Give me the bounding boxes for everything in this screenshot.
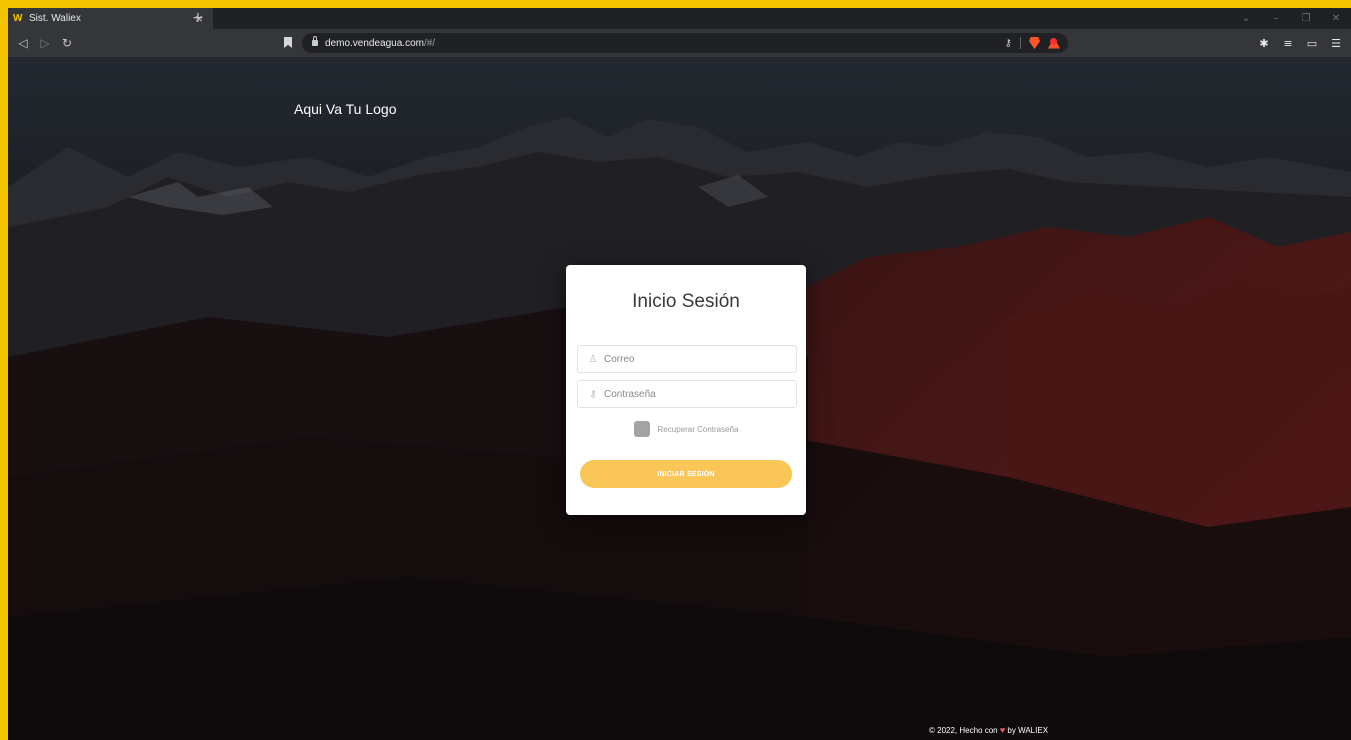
email-field[interactable]: ♙ [577, 345, 797, 373]
back-arrow-icon[interactable]: ◁ [12, 36, 34, 50]
brave-shield-icon[interactable] [1029, 37, 1040, 49]
address-bar[interactable]: demo.vendeagua.com /#/ ⚷ [302, 33, 1068, 53]
rewards-badge [1050, 38, 1057, 45]
restore-icon[interactable]: ❐ [1291, 13, 1321, 24]
login-title: Inicio Sesión [632, 291, 740, 312]
heart-icon: ♥ [999, 725, 1006, 735]
bookmark-icon[interactable] [284, 37, 292, 48]
forward-arrow-icon[interactable]: ▷ [34, 36, 56, 50]
lock-icon[interactable] [312, 36, 318, 46]
user-icon: ♙ [588, 353, 598, 365]
minimize-icon[interactable]: – [1261, 13, 1291, 24]
waliex-favicon-icon: W [13, 12, 23, 24]
url-host: demo.vendeagua.com [325, 37, 424, 49]
chevron-down-icon[interactable]: ⌄ [1231, 13, 1261, 24]
recover-password-label[interactable]: Recuperar Contraseña [658, 425, 739, 434]
wallet-icon[interactable]: ▭ [1305, 37, 1319, 50]
tab-strip: W Sist. Waliex × + ⌄ – ❐ ✕ [8, 8, 1351, 29]
login-card: Inicio Sesión ♙ ⚷ Recuperar Contraseña I… [566, 265, 806, 515]
url-path: /#/ [423, 37, 436, 49]
playlist-icon[interactable]: ≡ [1281, 37, 1295, 50]
key-icon: ⚷ [589, 388, 597, 400]
recover-password-checkbox[interactable] [633, 421, 650, 437]
logo-placeholder: Aqui Va Tu Logo [294, 101, 397, 117]
footer-prefix: © 2022, Hecho con [929, 726, 998, 735]
password-input[interactable] [602, 388, 796, 400]
separator [1020, 37, 1021, 49]
browser-window: W Sist. Waliex × + ⌄ – ❐ ✕ ◁ ▷ ↻ demo.ve… [8, 8, 1351, 740]
reload-icon[interactable]: ↻ [56, 36, 78, 50]
recover-password-row: Recuperar Contraseña [566, 421, 806, 437]
tab-title: Sist. Waliex [29, 13, 81, 24]
puzzle-icon[interactable]: ✱ [1257, 37, 1271, 50]
email-input[interactable] [602, 353, 796, 365]
window-controls: ⌄ – ❐ ✕ [1231, 8, 1351, 29]
password-field[interactable]: ⚷ [577, 380, 797, 408]
tab-active[interactable]: W Sist. Waliex × [8, 8, 213, 29]
login-button[interactable]: INICIAR SESIÓN [580, 460, 792, 488]
footer-suffix: by WALIEX [1007, 726, 1049, 735]
browser-toolbar: ◁ ▷ ↻ demo.vendeagua.com /#/ ⚷ ✱ ≡ ▭ ☰ [8, 29, 1351, 57]
footer-credit: © 2022, Hecho con ♥ by WALIEX [929, 725, 1048, 735]
key-icon[interactable]: ⚷ [1005, 38, 1012, 49]
new-tab-icon[interactable]: + [190, 10, 206, 26]
toolbar-right: ✱ ≡ ▭ ☰ [1257, 29, 1343, 57]
close-window-icon[interactable]: ✕ [1321, 13, 1351, 24]
page-viewport: Aqui Va Tu Logo Inicio Sesión ♙ ⚷ Recupe… [8, 57, 1351, 740]
menu-icon[interactable]: ☰ [1329, 37, 1343, 50]
